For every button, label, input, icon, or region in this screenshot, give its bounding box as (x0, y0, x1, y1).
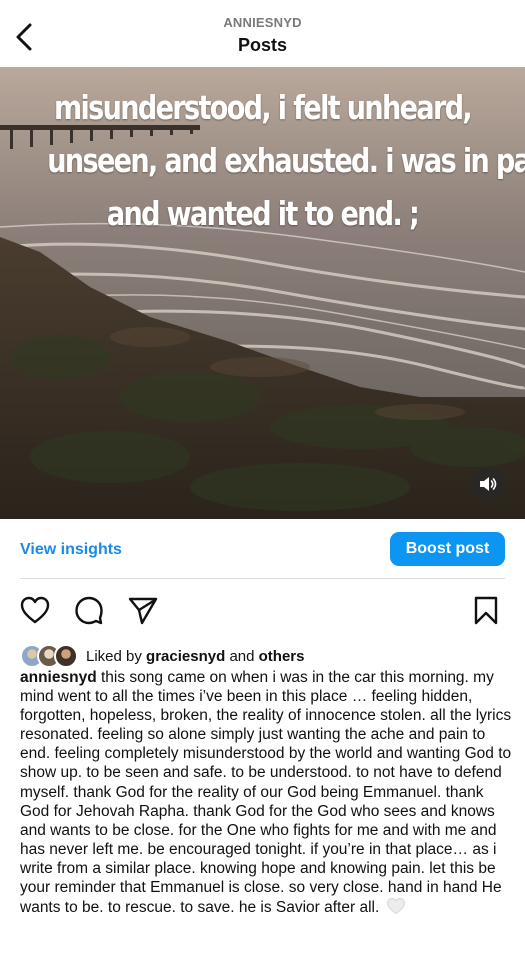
page-title: Posts (237, 35, 288, 55)
likes-text: Liked by graciesnyd and others (86, 648, 304, 665)
likes-prefix: Liked by (86, 647, 142, 665)
caption-text: this song came on when i was in the car … (20, 669, 512, 917)
speaker-icon (480, 477, 497, 491)
bookmark-icon (474, 596, 498, 625)
like-button[interactable] (18, 593, 52, 627)
post-media[interactable]: misunderstood, i felt unheard, unseen, a… (0, 67, 525, 519)
sound-toggle-button[interactable] (471, 467, 505, 501)
comment-bubble-icon (75, 596, 103, 625)
overlay-caption: misunderstood, i felt unheard, unseen, a… (47, 81, 525, 240)
overlay-line: unseen, and exhausted. i was in pain (47, 141, 525, 180)
liker-avatars (20, 644, 82, 668)
overlay-line: and wanted it to end. ; (106, 194, 420, 233)
likes-others-link[interactable]: others (259, 648, 305, 665)
save-button[interactable] (469, 593, 503, 627)
header-bar: ANNIESNYD Posts (0, 0, 525, 67)
boost-post-button[interactable]: Boost post (390, 532, 505, 566)
post-actions-bar (0, 593, 525, 629)
white-heart-emoji-icon (386, 897, 406, 920)
profile-username[interactable]: ANNIESNYD (0, 15, 525, 30)
view-insights-link[interactable]: View insights (20, 541, 122, 559)
likes-connector: and (229, 647, 255, 665)
avatar (54, 644, 78, 668)
share-button[interactable] (126, 593, 160, 627)
comment-button[interactable] (72, 593, 106, 627)
insights-row: View insights Boost post (0, 519, 525, 579)
heart-icon (20, 596, 50, 624)
liker-username[interactable]: graciesnyd (146, 648, 225, 665)
post-caption: anniesnyd this song came on when i was i… (20, 668, 512, 920)
paper-plane-icon (128, 597, 158, 625)
likes-summary[interactable]: Liked by graciesnyd and others (20, 644, 304, 668)
caption-username[interactable]: anniesnyd (20, 669, 97, 686)
divider (20, 578, 505, 579)
overlay-line: misunderstood, i felt unheard, (53, 88, 473, 127)
